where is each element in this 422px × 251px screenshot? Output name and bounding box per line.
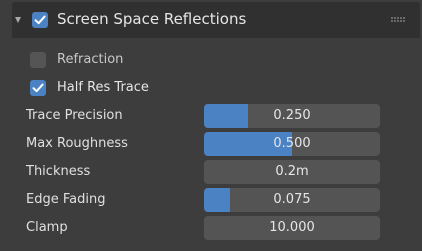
refraction-label: Refraction	[57, 52, 124, 67]
trace-precision-row: Trace Precision 0.250	[12, 104, 420, 128]
refraction-checkbox[interactable]	[30, 52, 46, 68]
panel-body: Refraction Half Res Trace Trace Precisio…	[12, 38, 420, 249]
clamp-row: Clamp 10.000	[12, 216, 420, 240]
trace-precision-value: 0.250	[273, 108, 311, 123]
clamp-field[interactable]: 10.000	[204, 216, 380, 240]
thickness-field[interactable]: 0.2m	[204, 160, 380, 184]
trace-precision-label: Trace Precision	[26, 108, 123, 123]
thickness-value: 0.2m	[275, 164, 309, 179]
clamp-value: 10.000	[269, 220, 315, 235]
half-res-trace-label: Half Res Trace	[57, 80, 149, 95]
edge-fading-slider[interactable]: 0.075	[204, 188, 380, 212]
half-res-trace-checkbox[interactable]	[30, 80, 46, 96]
clamp-label: Clamp	[26, 220, 68, 235]
screen-space-reflections-panel: Screen Space Reflections Refraction Half…	[12, 2, 420, 249]
edge-fading-row: Edge Fading 0.075	[12, 188, 420, 212]
panel-title: Screen Space Reflections	[57, 10, 247, 28]
max-roughness-slider[interactable]: 0.500	[204, 132, 380, 156]
trace-precision-slider[interactable]: 0.250	[204, 104, 380, 128]
max-roughness-label: Max Roughness	[26, 136, 128, 151]
panel-header[interactable]: Screen Space Reflections	[12, 2, 420, 38]
checkmark-icon	[34, 15, 46, 25]
max-roughness-value: 0.500	[273, 136, 311, 151]
panel-enable-checkbox[interactable]	[32, 12, 48, 28]
drag-grip-icon[interactable]	[391, 17, 405, 23]
collapse-triangle-icon[interactable]	[15, 17, 21, 23]
thickness-row: Thickness 0.2m	[12, 160, 420, 184]
max-roughness-row: Max Roughness 0.500	[12, 132, 420, 156]
edge-fading-value: 0.075	[273, 192, 311, 207]
checkmark-icon	[32, 83, 44, 93]
edge-fading-label: Edge Fading	[26, 192, 106, 207]
thickness-label: Thickness	[26, 164, 91, 179]
